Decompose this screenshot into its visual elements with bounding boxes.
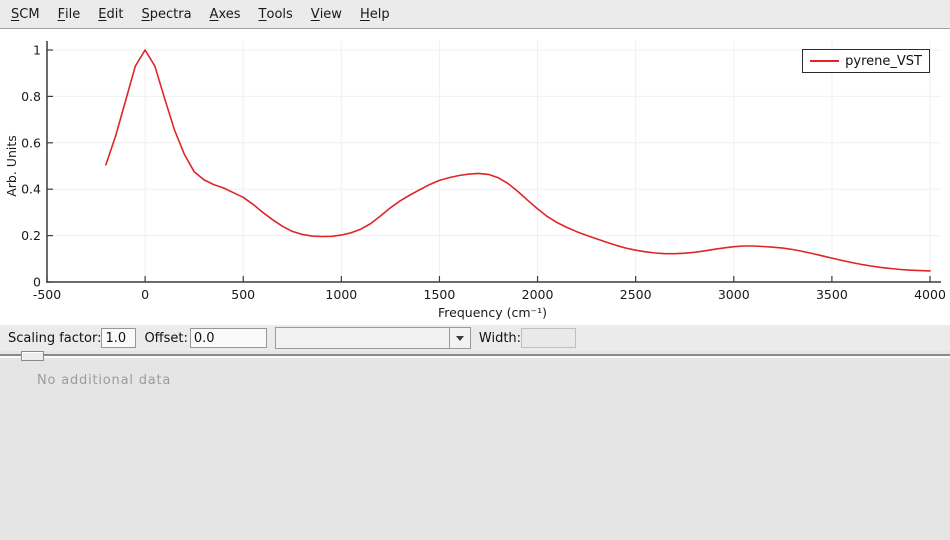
chart-area: -5000500100015002000250030003500400000.2… [0, 29, 950, 325]
dropdown-button[interactable] [449, 328, 470, 348]
menu-item-edit[interactable]: Edit [89, 0, 132, 28]
menu-item-help[interactable]: Help [351, 0, 399, 28]
chevron-down-icon [456, 336, 464, 341]
width-input[interactable] [521, 328, 576, 348]
pane-splitter [0, 351, 950, 361]
spectrum-plot[interactable]: -5000500100015002000250030003500400000.2… [0, 29, 950, 325]
x-tick-label: 2000 [522, 287, 554, 302]
y-tick-label: 1 [33, 43, 41, 58]
menu-item-spectra[interactable]: Spectra [132, 0, 200, 28]
x-axis-title: Frequency (cm⁻¹) [438, 305, 547, 320]
additional-data-panel: No additional data [0, 361, 950, 539]
y-tick-label: 0.4 [21, 182, 41, 197]
scaling-factor-input[interactable] [101, 328, 136, 348]
menu-item-scm[interactable]: SCM [2, 0, 49, 28]
width-label: Width: [479, 331, 521, 346]
lineshape-dropdown[interactable] [275, 327, 471, 349]
menu-item-tools[interactable]: Tools [250, 0, 302, 28]
x-tick-label: 1000 [325, 287, 357, 302]
scaling-factor-label: Scaling factor: [8, 331, 101, 346]
x-tick-label: 3500 [816, 287, 848, 302]
y-tick-label: 0 [33, 275, 41, 290]
menu-item-mnemonic: V [311, 7, 320, 22]
menu-bar: SCMFileEditSpectraAxesToolsViewHelp [0, 0, 950, 29]
spectrum-toolbar: Scaling factor: Offset: Width: [0, 325, 950, 351]
x-tick-label: 3000 [718, 287, 750, 302]
menu-item-mnemonic: S [11, 7, 19, 22]
menu-item-mnemonic: A [210, 7, 219, 22]
legend-line-sample [810, 60, 839, 62]
offset-input[interactable] [190, 328, 267, 348]
legend-series-label: pyrene_VST [845, 54, 922, 69]
x-tick-label: 0 [141, 287, 149, 302]
menu-item-file[interactable]: File [49, 0, 90, 28]
x-tick-label: 2500 [620, 287, 652, 302]
splitter-handle[interactable] [21, 351, 44, 361]
legend: pyrene_VST [802, 49, 930, 73]
y-tick-label: 0.8 [21, 89, 41, 104]
x-tick-label: 1500 [424, 287, 456, 302]
menu-item-mnemonic: H [360, 7, 370, 22]
menu-item-mnemonic: F [58, 7, 65, 22]
menu-item-mnemonic: T [259, 7, 267, 22]
spectrum-curve [106, 50, 930, 271]
splitter-groove [0, 354, 950, 356]
menu-item-axes[interactable]: Axes [201, 0, 250, 28]
y-tick-label: 0.2 [21, 228, 41, 243]
menu-item-mnemonic: S [141, 7, 149, 22]
y-tick-label: 0.6 [21, 135, 41, 150]
empty-message: No additional data [0, 361, 950, 388]
menu-item-view[interactable]: View [302, 0, 351, 28]
x-tick-label: 4000 [914, 287, 946, 302]
x-tick-label: 500 [231, 287, 255, 302]
menu-item-mnemonic: E [98, 7, 106, 22]
offset-label: Offset: [144, 331, 187, 346]
y-axis-title: Arb. Units [4, 135, 19, 197]
